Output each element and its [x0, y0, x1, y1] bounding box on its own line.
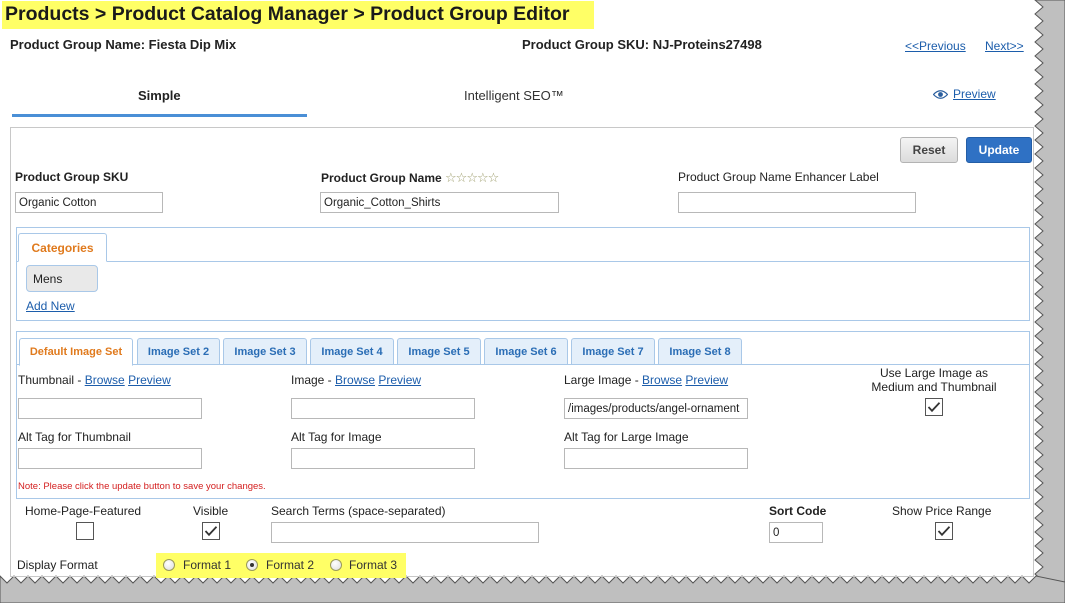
image-input[interactable] — [291, 398, 475, 419]
format-1-label: Format 1 — [183, 558, 232, 572]
search-terms-label: Search Terms (space-separated) — [271, 504, 446, 518]
image-browse-link[interactable]: Browse — [335, 373, 375, 387]
large-image-label-row: Large Image - Browse Preview — [564, 373, 728, 387]
categories-box — [16, 227, 1030, 321]
thumbnail-input[interactable] — [18, 398, 202, 419]
name-field-label-wrap: Product Group Name ☆☆☆☆☆ — [321, 170, 499, 186]
enhancer-input[interactable] — [678, 192, 916, 213]
format-1-radio[interactable] — [163, 559, 175, 571]
add-new-category-link[interactable]: Add New — [26, 299, 75, 313]
large-image-input[interactable] — [564, 398, 748, 419]
large-image-browse-link[interactable]: Browse — [642, 373, 682, 387]
rating-stars-icon[interactable]: ☆☆☆☆☆ — [445, 170, 499, 185]
product-group-sku-heading: Product Group SKU: NJ-Proteins27498 — [522, 37, 762, 52]
tab-image-set-4[interactable]: Image Set 4 — [310, 338, 394, 365]
enhancer-label: Product Group Name Enhancer Label — [678, 170, 879, 184]
tab-image-set-8[interactable]: Image Set 8 — [658, 338, 742, 365]
tab-image-set-3[interactable]: Image Set 3 — [223, 338, 307, 365]
tab-image-set-5[interactable]: Image Set 5 — [397, 338, 481, 365]
alt-large-image-label: Alt Tag for Large Image — [564, 430, 689, 444]
next-link[interactable]: Next>> — [985, 39, 1024, 53]
image-preview-link[interactable]: Preview — [378, 373, 421, 387]
category-chip[interactable]: Mens — [26, 265, 98, 292]
update-button[interactable]: Update — [966, 137, 1032, 163]
breadcrumb: Products > Product Catalog Manager > Pro… — [2, 1, 594, 29]
sort-code-label: Sort Code — [769, 504, 827, 518]
tab-simple[interactable]: Simple — [138, 88, 181, 103]
torn-edge-bottom — [0, 575, 1065, 603]
format-3-radio[interactable] — [330, 559, 342, 571]
sku-input[interactable] — [15, 192, 163, 213]
active-tab-indicator — [12, 114, 307, 117]
product-group-name-heading: Product Group Name: Fiesta Dip Mix — [10, 37, 237, 52]
tab-intelligent-seo[interactable]: Intelligent SEO™ — [464, 88, 564, 103]
previous-link[interactable]: <<Previous — [905, 39, 966, 53]
use-large-image-label-line2: Medium and Thumbnail — [871, 380, 997, 394]
format-2-label: Format 2 — [266, 558, 315, 572]
preview-button[interactable]: Preview — [933, 87, 996, 101]
thumbnail-label: Thumbnail - — [18, 373, 85, 387]
thumbnail-label-row: Thumbnail - Browse Preview — [18, 373, 171, 387]
format-3-label: Format 3 — [349, 558, 398, 572]
image-label: Image - — [291, 373, 336, 387]
sku-field-label: Product Group SKU — [15, 170, 129, 184]
preview-link[interactable]: Preview — [953, 87, 996, 101]
checkmark-icon — [927, 402, 941, 413]
reset-button[interactable]: Reset — [900, 137, 958, 163]
large-image-label: Large Image - — [564, 373, 643, 387]
thumbnail-browse-link[interactable]: Browse — [85, 373, 125, 387]
visible-checkbox[interactable] — [202, 522, 220, 540]
tab-image-set-7[interactable]: Image Set 7 — [571, 338, 655, 365]
alt-image-input[interactable] — [291, 448, 475, 469]
use-large-image-label-line1: Use Large Image as — [879, 366, 989, 380]
search-terms-input[interactable] — [271, 522, 539, 543]
name-field-label: Product Group Name — [321, 171, 442, 185]
show-price-range-checkbox[interactable] — [935, 522, 953, 540]
image-label-row: Image - Browse Preview — [291, 373, 421, 387]
alt-thumbnail-label: Alt Tag for Thumbnail — [18, 430, 131, 444]
sort-code-input[interactable] — [769, 522, 823, 543]
checkmark-icon — [204, 526, 218, 537]
tab-default-image-set[interactable]: Default Image Set — [19, 338, 133, 366]
use-large-image-checkbox[interactable] — [925, 398, 943, 416]
tab-image-set-6[interactable]: Image Set 6 — [484, 338, 568, 365]
checkmark-icon — [937, 526, 951, 537]
visible-label: Visible — [193, 504, 229, 518]
large-image-preview-link[interactable]: Preview — [685, 373, 728, 387]
home-page-featured-checkbox[interactable] — [76, 522, 94, 540]
save-reminder-note: Note: Please click the update button to … — [18, 481, 266, 492]
categories-tab-strip — [17, 261, 1029, 262]
format-2-radio[interactable] — [246, 559, 258, 571]
show-price-range-label: Show Price Range — [892, 504, 992, 518]
alt-large-image-input[interactable] — [564, 448, 748, 469]
display-format-label: Display Format — [17, 558, 98, 572]
torn-edge-right — [1034, 0, 1065, 603]
thumbnail-preview-link[interactable]: Preview — [128, 373, 171, 387]
use-large-image-label: Use Large Image as Medium and Thumbnail — [834, 366, 1034, 394]
tab-categories[interactable]: Categories — [18, 233, 107, 262]
alt-image-label: Alt Tag for Image — [291, 430, 382, 444]
tab-image-set-2[interactable]: Image Set 2 — [137, 338, 220, 365]
eye-icon — [933, 89, 948, 99]
name-input[interactable] — [320, 192, 559, 213]
home-page-featured-label: Home-Page-Featured — [25, 504, 142, 518]
alt-thumbnail-input[interactable] — [18, 448, 202, 469]
